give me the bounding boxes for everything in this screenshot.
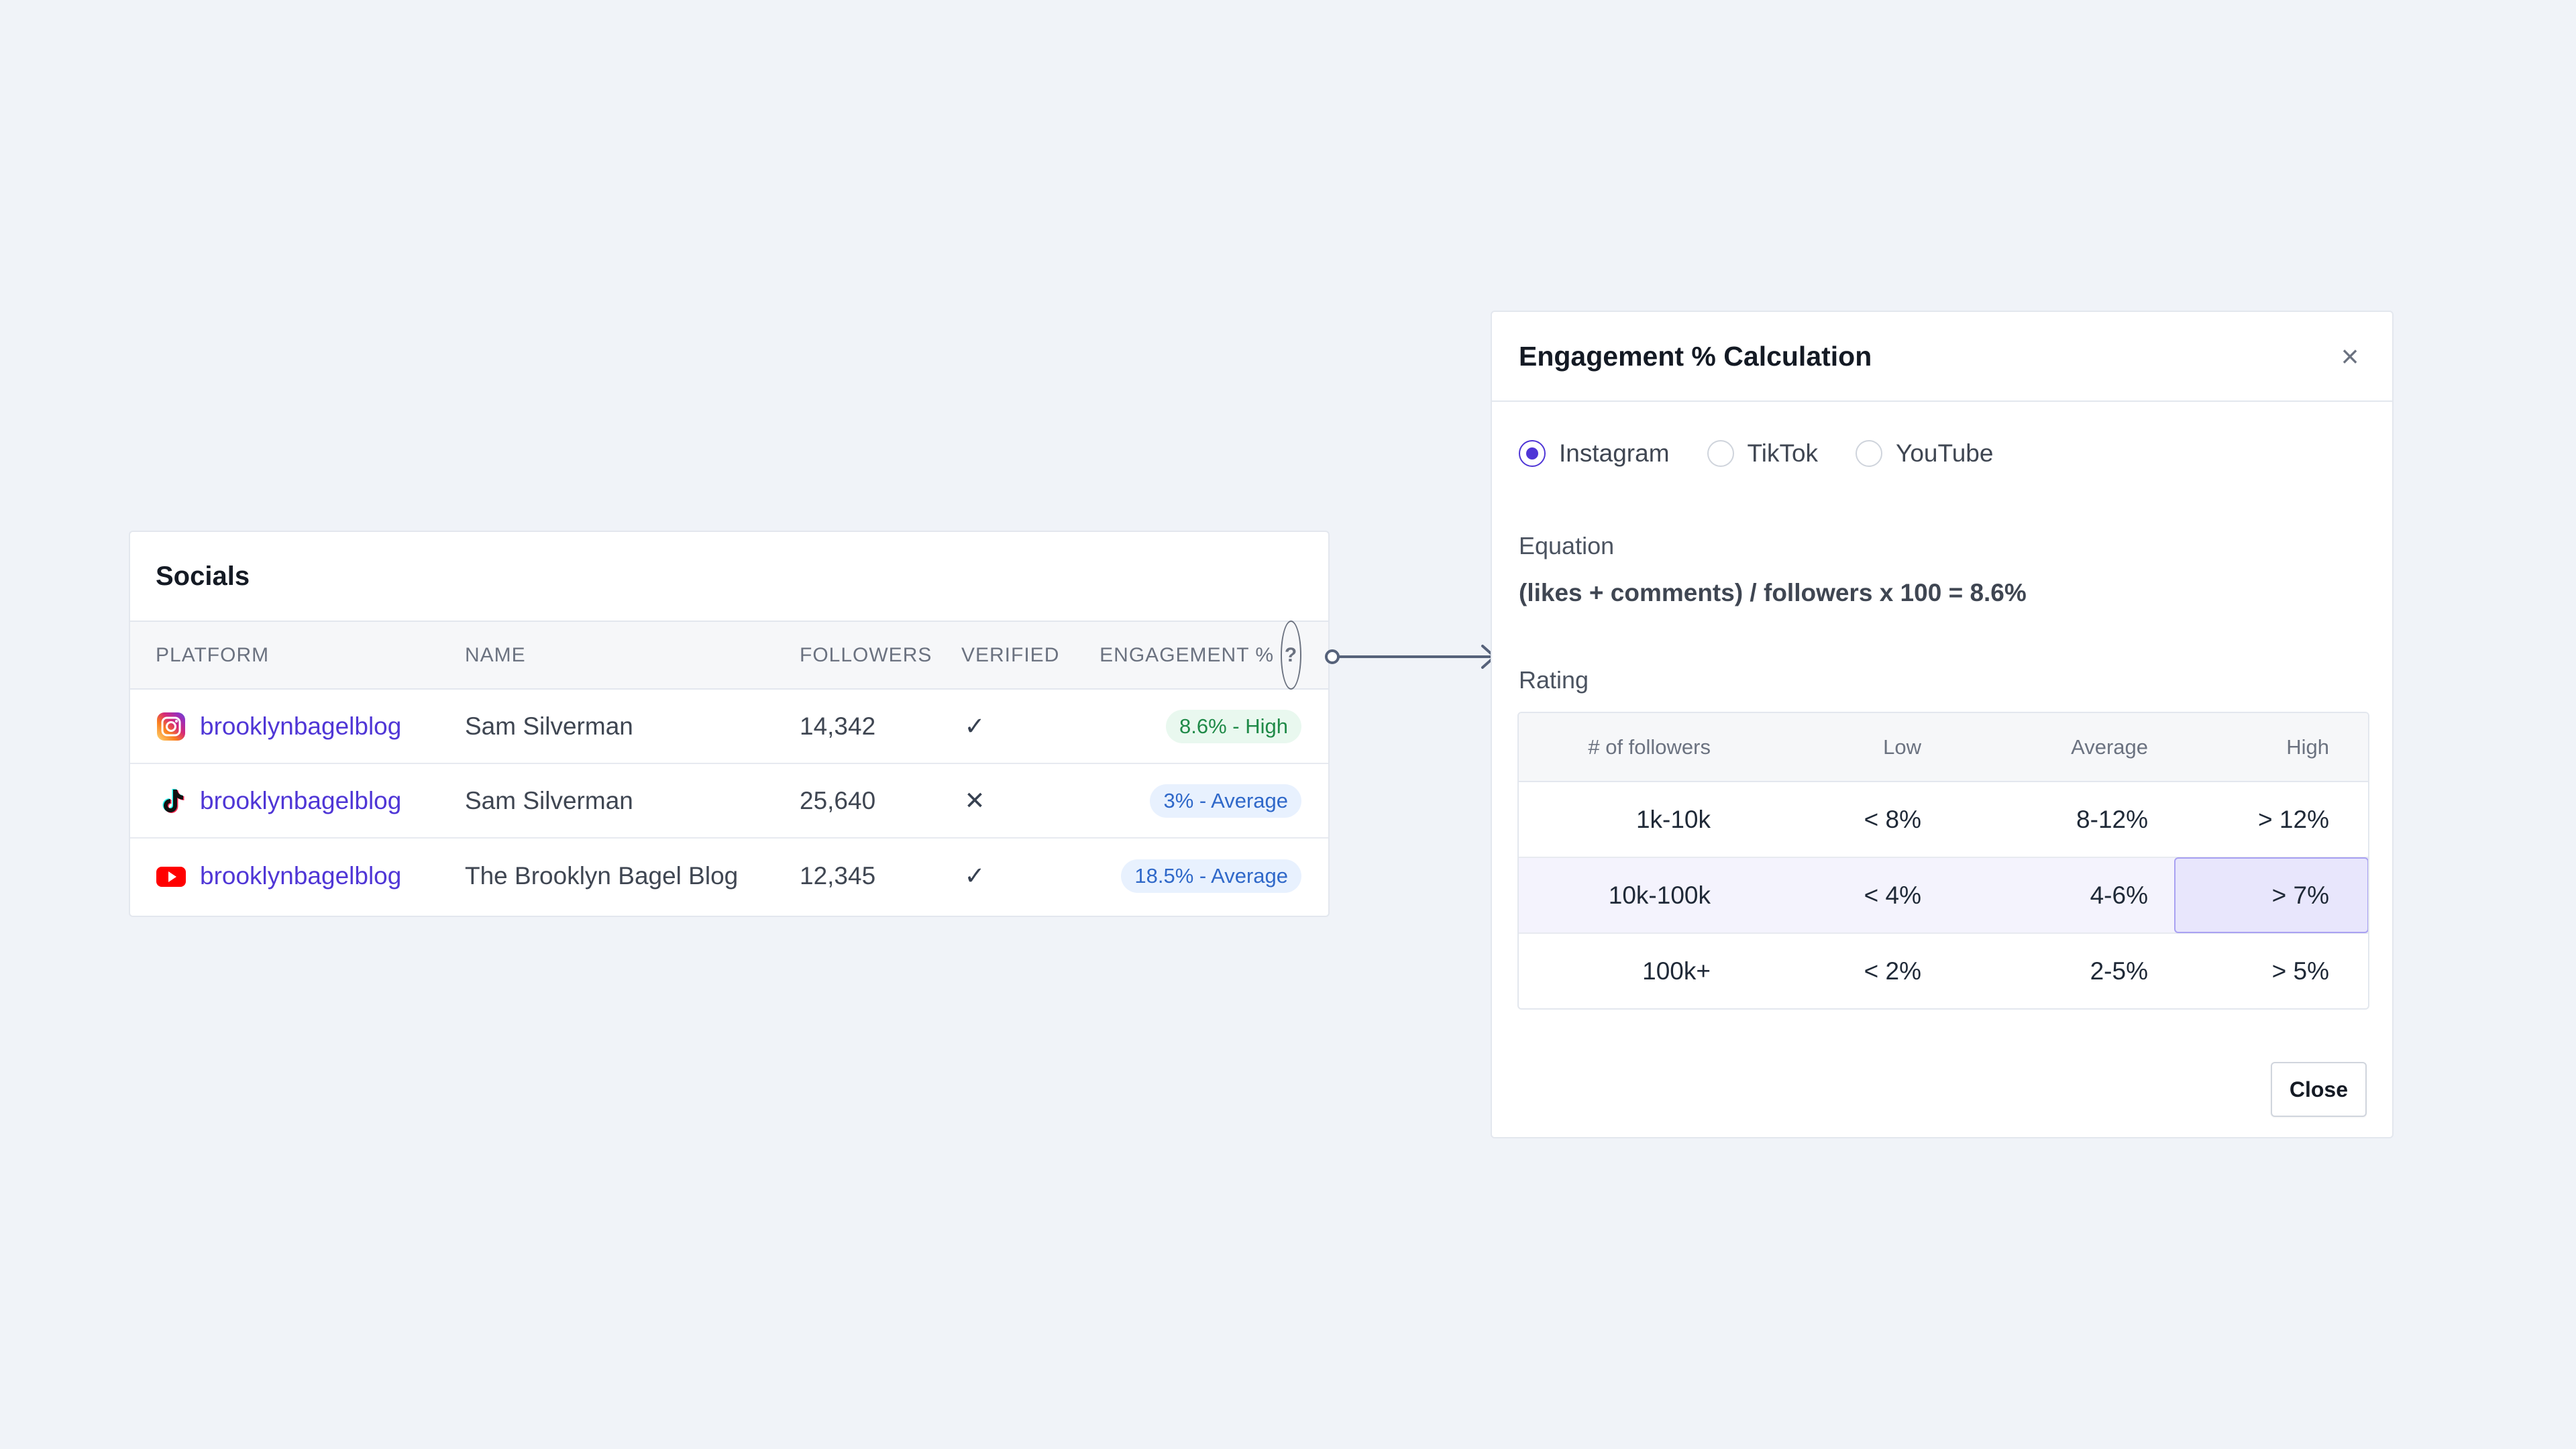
average-value: 2-5%	[2090, 957, 2148, 985]
radio-tiktok[interactable]: TikTok	[1707, 439, 1819, 468]
followers-count: 25,640	[800, 786, 876, 814]
radio-circle-selected	[1519, 440, 1546, 467]
modal-title: Engagement % Calculation	[1519, 340, 1872, 372]
verified-check-icon: ✓	[964, 862, 985, 890]
verified-check-icon: ✓	[964, 712, 985, 740]
high-value: > 7%	[2271, 881, 2329, 909]
high-value: > 12%	[2258, 805, 2329, 833]
table-row: brooklynbagelblog The Brooklyn Bagel Blo…	[130, 839, 1328, 913]
col-name: NAME	[465, 643, 526, 666]
modal-header: Engagement % Calculation ×	[1492, 312, 2392, 402]
connector-arrow	[1325, 645, 1496, 669]
rating-table: # of followers Low Average High 1k-10k <…	[1517, 712, 2369, 1010]
col-followers: FOLLOWERS	[800, 643, 932, 666]
rating-table-header: # of followers Low Average High	[1519, 713, 2368, 782]
low-value: < 8%	[1864, 805, 1921, 833]
account-name: Sam Silverman	[465, 712, 633, 740]
average-value: 8-12%	[2076, 805, 2148, 833]
engagement-badge: 8.6% - High	[1166, 709, 1301, 743]
table-row: 100k+ < 2% 2-5% > 5%	[1519, 934, 2368, 1008]
radio-youtube[interactable]: YouTube	[1856, 439, 1993, 468]
equation-label: Equation	[1519, 532, 1615, 559]
engagement-cell: 3% - Average	[1150, 764, 1301, 837]
engagement-badge: 18.5% - Average	[1121, 859, 1301, 893]
followers-count: 14,342	[800, 712, 876, 740]
col-average: Average	[2071, 735, 2148, 759]
socials-title: Socials	[130, 532, 1328, 622]
engagement-badge: 3% - Average	[1150, 784, 1301, 818]
equation-text: (likes + comments) / followers x 100 = 8…	[1519, 579, 2027, 606]
col-verified: VERIFIED	[961, 643, 1060, 666]
help-icon[interactable]: ?	[1281, 621, 1301, 690]
engagement-cell: 8.6% - High	[1166, 690, 1301, 763]
col-followers-range: # of followers	[1588, 735, 1711, 759]
table-row: brooklynbagelblog Sam Silverman 14,342 ✓…	[130, 690, 1328, 764]
followers-range: 10k-100k	[1608, 881, 1711, 909]
rating-label: Rating	[1519, 666, 1589, 694]
platform-link[interactable]: brooklynbagelblog	[156, 839, 401, 913]
account-name: Sam Silverman	[465, 786, 633, 814]
tiktok-icon	[156, 786, 186, 816]
radio-label: Instagram	[1559, 439, 1670, 467]
table-row: 1k-10k < 8% 8-12% > 12%	[1519, 782, 2368, 858]
close-icon[interactable]: ×	[2334, 339, 2365, 374]
radio-label: YouTube	[1896, 439, 1994, 467]
instagram-icon	[156, 711, 186, 742]
not-verified-x-icon: ✕	[964, 787, 985, 814]
platform-handle: brooklynbagelblog	[200, 712, 402, 740]
low-value: < 2%	[1864, 957, 1921, 985]
table-row: brooklynbagelblog Sam Silverman 25,640 ✕…	[130, 764, 1328, 839]
average-value: 4-6%	[2090, 881, 2148, 909]
radio-instagram[interactable]: Instagram	[1519, 439, 1670, 468]
socials-table-header: PLATFORM NAME FOLLOWERS VERIFIED ENGAGEM…	[130, 621, 1328, 690]
radio-circle	[1707, 440, 1734, 467]
platform-handle: brooklynbagelblog	[200, 861, 402, 890]
youtube-icon	[156, 861, 186, 892]
engagement-modal: Engagement % Calculation × Instagram Tik…	[1491, 311, 2394, 1138]
account-name: The Brooklyn Bagel Blog	[465, 861, 739, 890]
followers-count: 12,345	[800, 861, 876, 890]
col-high: High	[2286, 735, 2329, 759]
table-row-highlighted: 10k-100k < 4% 4-6% > 7%	[1519, 857, 2368, 934]
engagement-cell: 18.5% - Average	[1121, 839, 1301, 913]
platform-link[interactable]: brooklynbagelblog	[156, 690, 401, 763]
platform-link[interactable]: brooklynbagelblog	[156, 764, 401, 837]
col-engagement: ENGAGEMENT % ?	[1099, 621, 1301, 690]
high-value: > 5%	[2271, 957, 2329, 985]
low-value: < 4%	[1864, 881, 1921, 909]
radio-circle	[1856, 440, 1883, 467]
radio-label: TikTok	[1747, 439, 1819, 467]
close-button[interactable]: Close	[2270, 1062, 2367, 1117]
col-low: Low	[1883, 735, 1921, 759]
col-platform: PLATFORM	[156, 643, 270, 666]
col-engagement-label: ENGAGEMENT %	[1099, 643, 1274, 666]
followers-range: 1k-10k	[1635, 805, 1711, 833]
platform-radio-group: Instagram TikTok YouTube	[1519, 439, 1993, 468]
platform-handle: brooklynbagelblog	[200, 786, 402, 814]
socials-card: Socials PLATFORM NAME FOLLOWERS VERIFIED…	[129, 531, 1330, 917]
followers-range: 100k+	[1642, 957, 1711, 985]
